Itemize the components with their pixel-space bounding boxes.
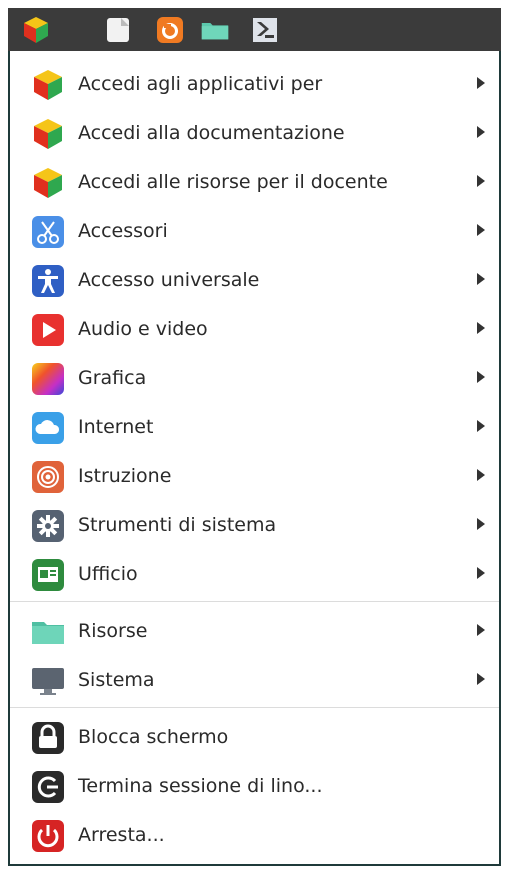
menu-item-label: Sistema xyxy=(78,669,155,691)
menu-item-label: Risorse xyxy=(78,620,148,642)
menu-item-arresta[interactable]: Arresta... xyxy=(10,810,499,858)
menu-item-accedi-applicativi[interactable]: Accedi agli applicativi per xyxy=(10,59,499,107)
menu-item-accedi-risorse-docente[interactable]: Accedi alle risorse per il docente xyxy=(10,157,499,205)
menu-item-grafica[interactable]: Grafica xyxy=(10,353,499,401)
menu-item-accessori[interactable]: Accessori xyxy=(10,206,499,254)
menu-item-label: Accedi agli applicativi per xyxy=(78,73,323,95)
application-menu: Accedi agli applicativi per Accedi alla … xyxy=(8,51,501,866)
menu-item-label: Grafica xyxy=(78,367,147,389)
text-editor-icon[interactable] xyxy=(104,16,132,44)
menu-item-label: Termina sessione di lino... xyxy=(78,775,323,797)
lock-icon xyxy=(32,722,64,754)
submenu-arrow-icon xyxy=(477,673,485,685)
submenu-arrow-icon xyxy=(477,224,485,236)
submenu-arrow-icon xyxy=(477,273,485,285)
monitor-icon xyxy=(32,668,64,695)
terminal-icon[interactable] xyxy=(251,16,279,44)
menu-separator xyxy=(10,601,499,602)
menu-item-label: Internet xyxy=(78,416,154,438)
scissors-icon xyxy=(32,216,64,248)
submenu-arrow-icon xyxy=(477,322,485,334)
menu-item-istruzione[interactable]: Istruzione xyxy=(10,451,499,499)
folder-icon xyxy=(32,622,64,644)
submenu-arrow-icon xyxy=(477,77,485,89)
menu-item-blocca-schermo[interactable]: Blocca schermo xyxy=(10,712,499,760)
taskbar xyxy=(8,8,501,51)
menu-separator xyxy=(10,707,499,708)
play-icon xyxy=(32,314,64,346)
submenu-arrow-icon xyxy=(477,126,485,138)
menu-item-label: Strumenti di sistema xyxy=(78,514,277,536)
office-icon xyxy=(32,559,64,591)
menu-item-strumenti-sistema[interactable]: Strumenti di sistema xyxy=(10,500,499,548)
menu-item-ufficio[interactable]: Ufficio xyxy=(10,549,499,597)
menu-item-label: Accedi alla documentazione xyxy=(78,122,345,144)
gear-icon xyxy=(32,510,64,542)
menu-item-label: Arresta... xyxy=(78,824,165,846)
menu-item-termina-sessione[interactable]: Termina sessione di lino... xyxy=(10,761,499,809)
power-icon xyxy=(32,820,64,852)
submenu-arrow-icon xyxy=(477,420,485,432)
menu-item-label: Accessori xyxy=(78,220,168,242)
menu-item-risorse[interactable]: Risorse xyxy=(10,606,499,654)
school-cube-icon xyxy=(34,70,62,100)
school-cube-icon xyxy=(34,168,62,198)
menu-item-label: Istruzione xyxy=(78,465,172,487)
menu-item-label: Accesso universale xyxy=(78,269,260,291)
menu-item-label: Blocca schermo xyxy=(78,726,229,748)
firefox-icon[interactable] xyxy=(156,16,184,44)
submenu-arrow-icon xyxy=(477,518,485,530)
submenu-arrow-icon xyxy=(477,371,485,383)
accessibility-icon xyxy=(32,265,64,297)
submenu-arrow-icon xyxy=(477,624,485,636)
menu-item-internet[interactable]: Internet xyxy=(10,402,499,450)
menu-item-accesso-universale[interactable]: Accesso universale xyxy=(10,255,499,303)
logout-icon xyxy=(32,771,64,803)
graphics-icon xyxy=(32,363,64,395)
submenu-arrow-icon xyxy=(477,469,485,481)
education-icon xyxy=(32,461,64,493)
folder-icon[interactable] xyxy=(201,16,229,44)
menu-item-label: Accedi alle risorse per il docente xyxy=(78,171,388,193)
menu-item-accedi-documentazione[interactable]: Accedi alla documentazione xyxy=(10,108,499,156)
submenu-arrow-icon xyxy=(477,175,485,187)
menu-item-sistema[interactable]: Sistema xyxy=(10,655,499,703)
menu-item-label: Audio e video xyxy=(78,318,208,340)
menu-item-audio-video[interactable]: Audio e video xyxy=(10,304,499,352)
menu-item-label: Ufficio xyxy=(78,563,138,585)
submenu-arrow-icon xyxy=(477,567,485,579)
cloud-icon xyxy=(32,412,64,444)
app-menu-icon[interactable] xyxy=(20,14,52,46)
school-cube-icon xyxy=(34,119,62,149)
